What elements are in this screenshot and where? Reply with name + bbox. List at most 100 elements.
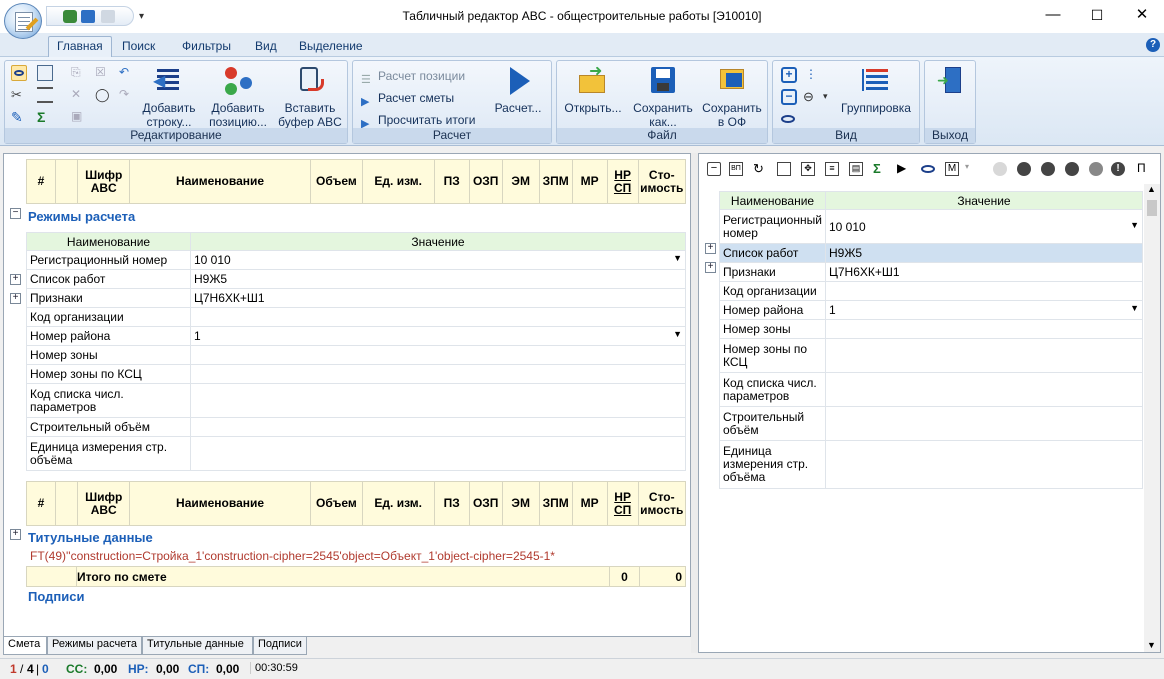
section-title-data[interactable]: Титульные данные xyxy=(28,530,153,545)
collapse-dropdown-icon[interactable]: ▾ xyxy=(823,91,831,107)
sum-icon[interactable]: Σ xyxy=(37,109,53,125)
add-row-button[interactable]: ◀ Добавить строку... xyxy=(139,65,199,131)
prop-row[interactable]: Номер района 1 ▼ xyxy=(26,326,686,346)
expand-work-list-icon[interactable]: + xyxy=(10,274,21,285)
cut-icon[interactable]: ✕ xyxy=(71,87,87,103)
dropdown-icon[interactable]: ▼ xyxy=(673,253,682,263)
expand-signs-icon[interactable]: + xyxy=(705,262,716,273)
expand-work-list-icon[interactable]: + xyxy=(705,243,716,254)
prop-row[interactable]: Номер зоны по КСЦ xyxy=(26,364,686,384)
m-icon[interactable]: M xyxy=(945,162,959,176)
sheet-tab-signatures[interactable]: Подписи xyxy=(253,637,307,655)
col-mr[interactable]: МР xyxy=(571,159,608,204)
calc-estimate-button[interactable]: ▶ Расчет сметы xyxy=(361,90,454,108)
refresh-icon[interactable]: ↻ xyxy=(753,162,767,176)
col-name[interactable]: Наименование xyxy=(128,159,312,204)
form-icon[interactable] xyxy=(37,65,53,81)
eye-icon[interactable] xyxy=(781,111,797,127)
maximize-button[interactable]: ☐ xyxy=(1082,4,1112,26)
collapse-level-icon[interactable]: ⊖ xyxy=(803,89,819,105)
sheet-tab-estimate[interactable]: Смета xyxy=(3,637,47,655)
prop-row[interactable]: Единица измерения стр. объёма xyxy=(719,440,1143,489)
col-unit[interactable]: Ед. изм. xyxy=(361,159,435,204)
tools-icon[interactable]: ✂ xyxy=(11,87,27,103)
exit-button[interactable]: ➜ xyxy=(927,65,975,101)
eye-icon[interactable] xyxy=(921,162,935,176)
scroll-thumb[interactable] xyxy=(1147,200,1157,216)
col-volume[interactable]: Объем xyxy=(310,159,363,204)
view-eye-icon[interactable] xyxy=(11,65,27,81)
col-code[interactable]: Шифр ABC xyxy=(77,159,130,204)
sheet-tab-modes[interactable]: Режимы расчета xyxy=(47,637,142,655)
tab-selection[interactable]: Выделение xyxy=(291,37,371,57)
move-icon[interactable]: ✥ xyxy=(801,162,815,176)
vertical-scrollbar[interactable]: ▲ ▼ xyxy=(1144,184,1160,652)
align-icon[interactable]: ≡ xyxy=(825,162,839,176)
col-ozp[interactable]: ОЗП xyxy=(468,159,503,204)
copy-icon[interactable]: ⎘ xyxy=(71,65,87,81)
tab-filters[interactable]: Фильтры xyxy=(174,37,239,57)
scroll-up-icon[interactable]: ▲ xyxy=(1147,184,1156,194)
table-icon[interactable]: ▤ xyxy=(849,162,863,176)
prop-row[interactable]: Признаки Ц7Н6ХК+Ш1 xyxy=(26,288,686,308)
col-num[interactable]: # xyxy=(26,159,56,204)
circle-icon[interactable]: ◯ xyxy=(95,87,111,103)
expand-all-icon[interactable]: + xyxy=(781,67,797,83)
calc-totals-button[interactable]: ▶ Просчитать итоги xyxy=(361,112,475,130)
dropdown-icon[interactable]: ▼ xyxy=(673,329,682,339)
dropdown-icon[interactable]: ▼ xyxy=(1130,220,1139,230)
prop-row[interactable]: Список работ Н9Ж5 xyxy=(719,243,1143,263)
collapse-icon[interactable]: − xyxy=(707,162,721,176)
collapse-modes-icon[interactable]: − xyxy=(10,208,21,219)
undo-arrow-icon[interactable]: ↶ xyxy=(119,65,135,81)
expand-signs-icon[interactable]: + xyxy=(10,293,21,304)
dropdown-icon[interactable]: ▼ xyxy=(1130,303,1139,313)
calc-button[interactable]: Расчет... xyxy=(489,65,547,115)
redo-arrow-icon[interactable]: ↷ xyxy=(119,87,135,103)
prop-row[interactable]: Номер зоны по КСЦ xyxy=(719,338,1143,373)
save-as-button[interactable]: Сохранить как... xyxy=(629,65,697,131)
col-em[interactable]: ЭМ xyxy=(501,159,540,204)
close-button[interactable]: ✕ xyxy=(1127,4,1157,26)
grouping-button[interactable]: Группировка xyxy=(837,65,915,115)
prop-row[interactable]: Список работ Н9Ж5 xyxy=(26,269,686,289)
app-menu-button[interactable] xyxy=(4,3,42,39)
save-of-button[interactable]: Сохранить в ОФ xyxy=(699,65,765,131)
prop-row[interactable]: Код списка числ. параметров xyxy=(26,383,686,418)
info-icon[interactable]: ! xyxy=(1111,162,1125,176)
collapse-all-icon[interactable]: − xyxy=(781,89,797,105)
prop-row[interactable]: Номер зоны xyxy=(719,319,1143,339)
col-cost[interactable]: Сто-имость xyxy=(637,159,687,204)
col-pz[interactable]: ПЗ xyxy=(433,159,470,204)
tree-view-icon[interactable]: ⋮ xyxy=(805,67,821,83)
prop-row[interactable]: Строительный объём xyxy=(719,406,1143,441)
prop-row[interactable]: Код списка числ. параметров xyxy=(719,372,1143,407)
insert-buffer-button[interactable]: Вставить буфер ABC xyxy=(275,65,345,131)
plugin-icon[interactable]: ▶ xyxy=(897,162,911,176)
open-button[interactable]: ➜ Открыть... xyxy=(559,64,627,116)
list-icon[interactable] xyxy=(37,87,53,103)
edit-icon[interactable]: ✎ xyxy=(11,109,27,125)
col-nr-sp[interactable]: НР СП xyxy=(606,159,639,204)
add-position-button[interactable]: Добавить позицию... xyxy=(205,65,271,131)
bp-icon[interactable]: ВП xyxy=(729,162,743,176)
prop-row[interactable]: Признаки Ц7Н6ХК+Ш1 xyxy=(719,262,1143,282)
scroll-down-icon[interactable]: ▼ xyxy=(1147,640,1156,650)
col-zpm[interactable]: ЗПМ xyxy=(538,159,573,204)
prop-row[interactable]: Номер района 1 ▼ xyxy=(719,300,1143,320)
tab-main[interactable]: Главная xyxy=(48,36,112,58)
tab-view[interactable]: Вид xyxy=(247,37,285,57)
prop-row[interactable]: Строительный объём xyxy=(26,417,686,437)
section-signatures[interactable]: Подписи xyxy=(28,589,84,604)
prop-row[interactable]: Код организации xyxy=(26,307,686,327)
col-blank[interactable] xyxy=(54,159,79,204)
pane-splitter[interactable] xyxy=(691,153,698,653)
minimize-button[interactable]: — xyxy=(1038,4,1068,26)
ft-line[interactable]: FT(49)''construction=Стройка_1'construct… xyxy=(30,549,555,563)
help-icon[interactable]: ? xyxy=(1146,38,1160,52)
prop-row[interactable]: Номер зоны xyxy=(26,345,686,365)
sheet-tab-title[interactable]: Титульные данные xyxy=(142,637,253,655)
expand-title-data-icon[interactable]: + xyxy=(10,529,21,540)
prop-row[interactable]: Единица измерения стр. объёма xyxy=(26,436,686,471)
prop-row[interactable]: Код организации xyxy=(719,281,1143,301)
